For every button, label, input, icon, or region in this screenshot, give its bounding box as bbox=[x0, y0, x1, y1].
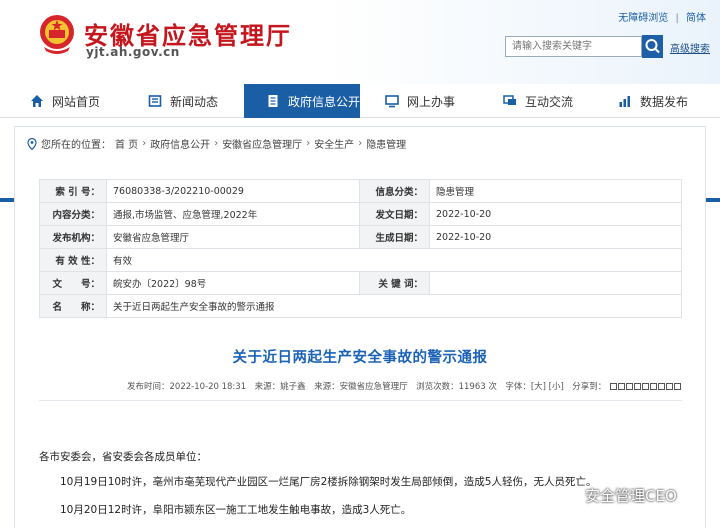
watermark-text: 安全管理CEO bbox=[585, 487, 677, 505]
wechat-watermark: 安全管理CEO bbox=[555, 485, 677, 506]
share-icon[interactable] bbox=[634, 383, 642, 390]
share-icon[interactable] bbox=[626, 383, 634, 390]
nav-item-gov-info[interactable]: 政府信息公开 bbox=[244, 84, 360, 118]
breadcrumb-safety[interactable]: 安全生产 bbox=[314, 136, 354, 151]
content-class-label: 内容分类： bbox=[39, 202, 107, 226]
breadcrumb-separator: › bbox=[358, 138, 363, 149]
national-emblem-icon bbox=[40, 15, 74, 54]
info-class-label: 信息分类： bbox=[359, 179, 430, 203]
article-title: 关于近日两起生产安全事故的警示通报 bbox=[232, 350, 488, 366]
table-row: 文 号： 皖安办〔2022〕98号 关 键 词： bbox=[39, 271, 682, 295]
breadcrumb: 您所在的位置： 首 页 › 政府信息公开 › 安徽省应急管理厅 › 安全生产 ›… bbox=[27, 136, 406, 151]
index-no-value: 76080338-3/202210-00029 bbox=[106, 179, 360, 203]
org-value: 安徽省应急管理厅 bbox=[106, 225, 360, 249]
info-class-value: 隐患管理 bbox=[429, 179, 682, 203]
nav-item-news[interactable]: 新闻动态 bbox=[148, 84, 218, 118]
table-row: 索 引 号： 76080338-3/202210-00029 信息分类： 隐患管… bbox=[39, 179, 682, 203]
document-icon bbox=[268, 95, 278, 107]
share-icon[interactable] bbox=[610, 383, 618, 390]
advanced-search-link[interactable]: 高级搜索 bbox=[670, 40, 710, 55]
document-info-table: 索 引 号： 76080338-3/202210-00029 信息分类： 隐患管… bbox=[39, 179, 682, 318]
doc-no-value: 皖安办〔2022〕98号 bbox=[106, 271, 360, 295]
article-paragraph: 10月19日10时许，亳州市亳芜现代产业园区一烂尾厂房2楼拆除钢架时发生局部倾倒… bbox=[60, 476, 597, 488]
table-row: 发布机构： 安徽省应急管理厅 生成日期： 2022-10-20 bbox=[39, 225, 682, 249]
nav-item-home[interactable]: 网站首页 bbox=[30, 84, 100, 118]
article-paragraph: 各市安委会，省安委会各成员单位： bbox=[39, 451, 207, 463]
link-separator: | bbox=[675, 13, 679, 24]
share-icon[interactable] bbox=[618, 383, 626, 390]
created-date-value: 2022-10-20 bbox=[429, 225, 682, 249]
breadcrumb-separator: › bbox=[214, 138, 219, 149]
breadcrumb-home[interactable]: 首 页 bbox=[115, 136, 138, 151]
share-icon[interactable] bbox=[642, 383, 650, 390]
nav-label: 新闻动态 bbox=[170, 94, 219, 109]
nav-label: 政府信息公开 bbox=[287, 94, 360, 109]
search-button[interactable] bbox=[642, 35, 663, 58]
top-links: 无障碍浏览 | 简体 bbox=[614, 9, 706, 24]
share-icon[interactable] bbox=[658, 383, 666, 390]
name-value: 关于近日两起生产安全事故的警示通报 bbox=[106, 294, 682, 318]
simplified-chinese-link[interactable]: 简体 bbox=[686, 13, 706, 24]
nav-label: 数据发布 bbox=[640, 94, 689, 109]
nav-label: 网站首页 bbox=[52, 94, 101, 109]
name-label: 名 称： bbox=[39, 294, 107, 318]
validity-value: 有效 bbox=[106, 248, 682, 272]
wechat-icon bbox=[555, 486, 579, 504]
created-date-label: 生成日期： bbox=[359, 225, 430, 249]
breadcrumb-hazard[interactable]: 隐患管理 bbox=[366, 136, 406, 151]
nav-item-interaction[interactable]: 互动交流 bbox=[503, 84, 573, 118]
site-header: 安徽省应急管理厅 yjt.ah.gov.cn 无障碍浏览 | 简体 高级搜索 bbox=[0, 0, 720, 84]
table-row: 有 效 性： 有效 bbox=[39, 248, 682, 272]
table-row: 名 称： 关于近日两起生产安全事故的警示通报 bbox=[39, 294, 682, 318]
site-url: yjt.ah.gov.cn bbox=[86, 45, 180, 59]
nav-item-data-release[interactable]: 数据发布 bbox=[618, 84, 688, 118]
nav-label: 网上办事 bbox=[407, 94, 456, 109]
article-meta-text: 发布时间：2022-10-20 18:31 来源：姚子鑫 来源：安徽省应急管理厅… bbox=[127, 382, 607, 392]
publish-date-value: 2022-10-20 bbox=[429, 202, 682, 226]
table-row: 内容分类： 通报,市场监管、应急管理,2022年 发文日期： 2022-10-2… bbox=[39, 202, 682, 226]
content-class-value: 通报,市场监管、应急管理,2022年 bbox=[106, 202, 360, 226]
chat-icon bbox=[503, 95, 516, 105]
article-paragraph: 10月20日12时许，阜阳市颍东区一施工工地发生触电事故，造成3人死亡。 bbox=[60, 504, 412, 516]
breadcrumb-separator: › bbox=[306, 138, 311, 149]
nav-label: 互动交流 bbox=[525, 94, 574, 109]
doc-no-label: 文 号： bbox=[39, 271, 107, 295]
share-icon[interactable] bbox=[666, 383, 674, 390]
chart-icon bbox=[619, 96, 630, 107]
org-label: 发布机构： bbox=[39, 225, 107, 249]
main-nav: 网站首页 新闻动态 政府信息公开 网上办事 互动交流 数据发布 bbox=[0, 84, 720, 202]
monitor-icon bbox=[385, 95, 399, 108]
home-icon bbox=[31, 95, 43, 107]
news-icon bbox=[148, 95, 162, 107]
article-meta: 发布时间：2022-10-20 18:31 来源：姚子鑫 来源：安徽省应急管理厅… bbox=[127, 380, 682, 392]
breadcrumb-separator: › bbox=[142, 138, 147, 149]
keywords-value bbox=[429, 271, 682, 295]
divider bbox=[39, 400, 682, 401]
search-icon bbox=[645, 39, 660, 54]
index-no-label: 索 引 号： bbox=[39, 179, 107, 203]
breadcrumb-prefix: 您所在的位置： bbox=[41, 140, 111, 151]
publish-date-label: 发文日期： bbox=[359, 202, 430, 226]
keywords-label: 关 键 词： bbox=[359, 271, 430, 295]
share-icon[interactable] bbox=[674, 383, 682, 390]
search-input[interactable] bbox=[505, 36, 642, 57]
nav-item-online-service[interactable]: 网上办事 bbox=[385, 84, 455, 118]
accessibility-link[interactable]: 无障碍浏览 bbox=[618, 13, 668, 24]
breadcrumb-department[interactable]: 安徽省应急管理厅 bbox=[222, 136, 302, 151]
location-pin-icon bbox=[27, 137, 37, 150]
breadcrumb-gov-info[interactable]: 政府信息公开 bbox=[150, 136, 210, 151]
validity-label: 有 效 性： bbox=[39, 248, 107, 272]
share-icon[interactable] bbox=[650, 383, 658, 390]
